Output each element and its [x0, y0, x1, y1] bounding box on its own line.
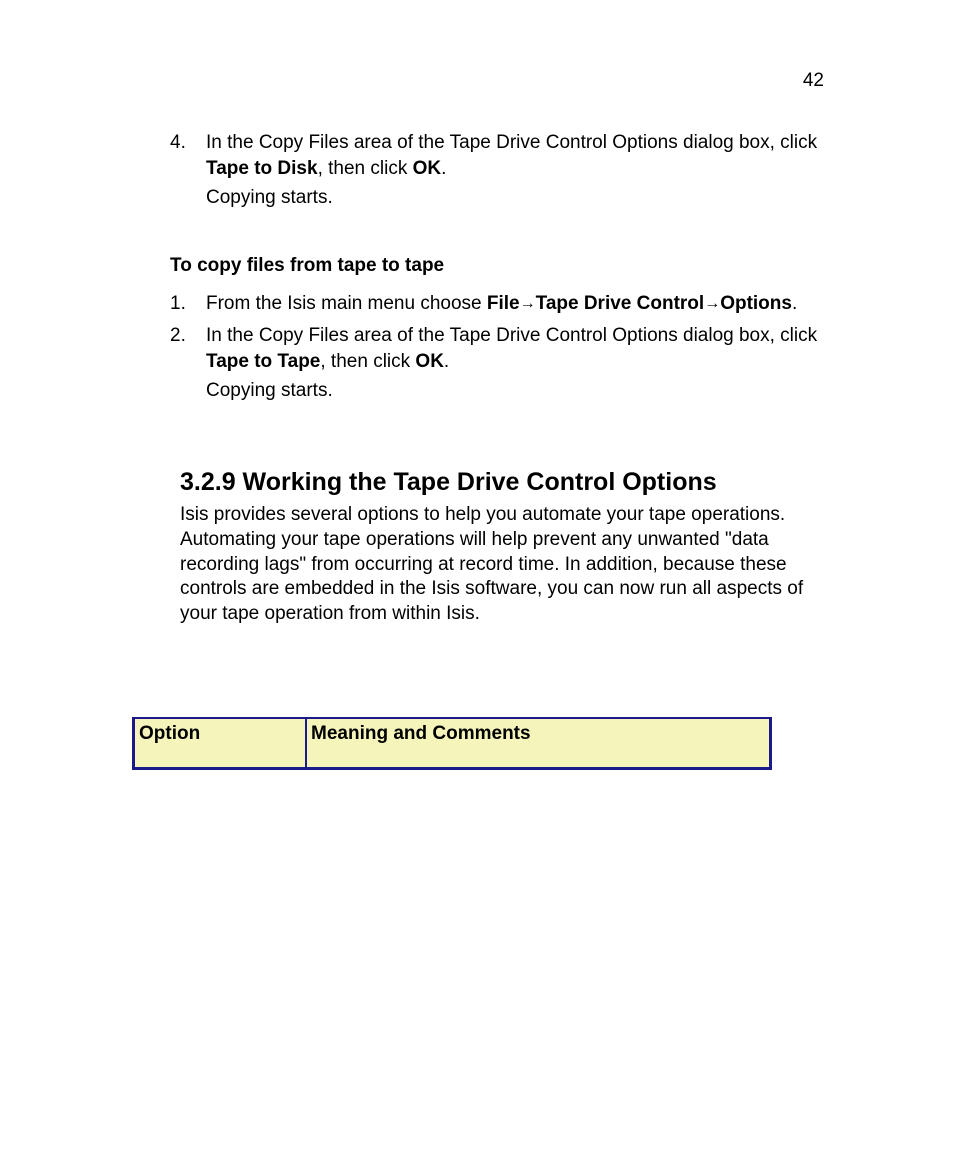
list-subtext: Copying starts. [206, 187, 824, 209]
list-subtext: Copying starts. [206, 380, 824, 402]
table-header-row: Option Meaning and Comments [134, 718, 771, 769]
page-number: 42 [803, 70, 824, 92]
section-body: Isis provides several options to help yo… [180, 503, 814, 626]
bold-tape-to-disk: Tape to Disk [206, 158, 318, 179]
text: In the Copy Files area of the Tape Drive… [206, 325, 817, 346]
content: 4. In the Copy Files area of the Tape Dr… [170, 130, 824, 770]
arrow-icon: → [704, 295, 720, 312]
text: In the Copy Files area of the Tape Drive… [206, 132, 817, 153]
list-number: 1. [170, 291, 206, 317]
arrow-icon: → [520, 295, 536, 312]
text: . [444, 351, 449, 372]
text: . [792, 293, 797, 314]
list-text: From the Isis main menu choose File→Tape… [206, 291, 797, 317]
text: From the Isis main menu choose [206, 293, 487, 314]
text: . [441, 158, 446, 179]
page: 42 4. In the Copy Files area of the Tape… [0, 0, 954, 1159]
list-item-1: 1. From the Isis main menu choose File→T… [170, 291, 824, 317]
text: , then click [320, 351, 415, 372]
options-table-wrap: Option Meaning and Comments [132, 717, 824, 770]
list-item-2: 2. In the Copy Files area of the Tape Dr… [170, 323, 824, 374]
table-header-option: Option [134, 718, 307, 769]
text: , then click [318, 158, 413, 179]
bold-ok: OK [413, 158, 442, 179]
table-header-meaning: Meaning and Comments [306, 718, 771, 769]
list-number: 4. [170, 130, 206, 181]
bold-tape-drive-control: Tape Drive Control [536, 293, 705, 314]
list-text: In the Copy Files area of the Tape Drive… [206, 323, 824, 374]
sub-heading-copy-tape: To copy files from tape to tape [170, 255, 824, 277]
options-table: Option Meaning and Comments [132, 717, 772, 770]
bold-file: File [487, 293, 520, 314]
list-text: In the Copy Files area of the Tape Drive… [206, 130, 824, 181]
list-number: 2. [170, 323, 206, 374]
list-item-4: 4. In the Copy Files area of the Tape Dr… [170, 130, 824, 181]
bold-ok: OK [415, 351, 444, 372]
bold-tape-to-tape: Tape to Tape [206, 351, 320, 372]
section-heading-329: 3.2.9 Working the Tape Drive Control Opt… [180, 468, 824, 497]
bold-options: Options [720, 293, 792, 314]
